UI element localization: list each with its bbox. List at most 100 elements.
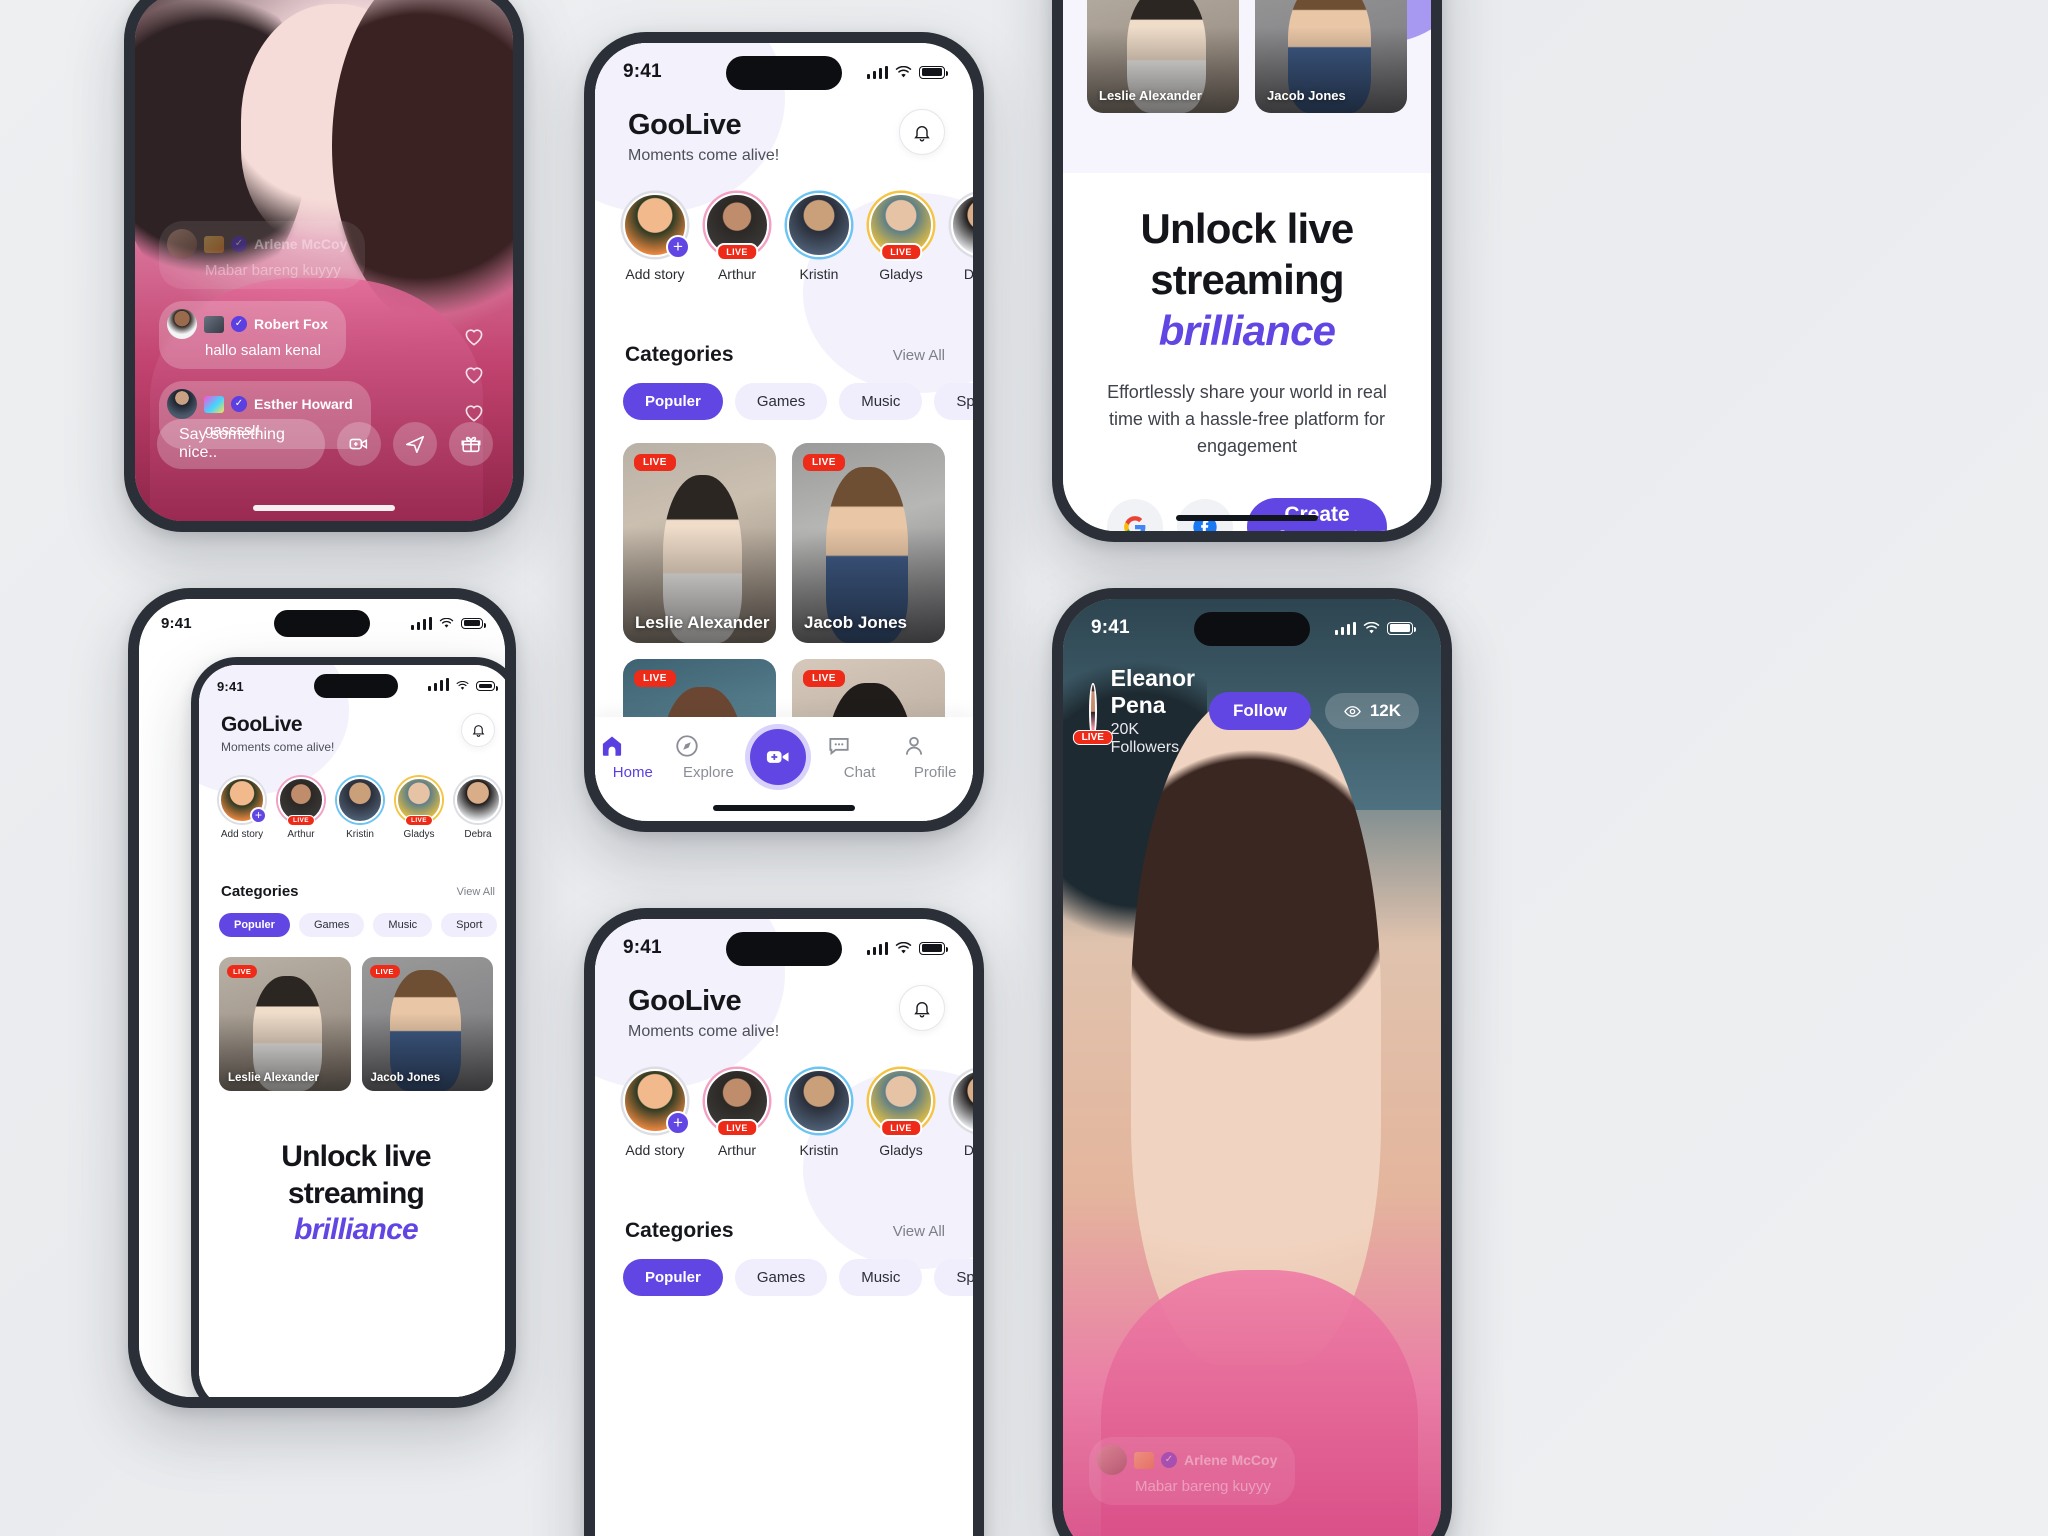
categories-header: Categories View All	[625, 343, 945, 367]
plus-icon[interactable]: +	[250, 807, 267, 824]
story-arthur[interactable]: LIVE Arthur	[705, 1069, 769, 1158]
notification-bell-button[interactable]	[461, 713, 495, 747]
heart-icon[interactable]	[461, 323, 487, 349]
stream-card[interactable]: LIVE Leslie Alexander	[1087, 0, 1239, 113]
chat-author: Esther Howard	[254, 396, 353, 412]
notification-bell-button[interactable]	[899, 109, 945, 155]
chip-music[interactable]: Music	[373, 913, 433, 937]
chip-sport[interactable]: Sport	[934, 383, 973, 420]
stream-card[interactable]: LIVE Jacob Jones	[361, 957, 493, 1091]
story-kristin[interactable]: Kristin	[787, 1069, 851, 1158]
stories-row[interactable]: + Add story LIVE Arthur Kristin LIVE Gla…	[623, 1069, 973, 1158]
title-line-1: Unlock live	[1140, 205, 1355, 252]
signal-icon	[866, 65, 888, 79]
category-chips[interactable]: Populer Games Music Sport Poa	[623, 383, 973, 420]
story-arthur[interactable]: LIVE Arthur	[278, 777, 324, 840]
story-gladys[interactable]: LIVE Gladys	[396, 777, 442, 840]
story-debra[interactable]: Debra	[951, 1069, 973, 1158]
chip-sport[interactable]: Sport	[441, 913, 498, 937]
person-icon	[906, 736, 923, 755]
plus-icon[interactable]: +	[666, 235, 690, 259]
chip-music[interactable]: Music	[839, 383, 923, 420]
story-label: Gladys	[879, 266, 923, 282]
stream-cards-grid[interactable]: LIVE Leslie Alexander LIVE Jacob Jones	[219, 957, 493, 1091]
story-arthur[interactable]: LIVE Arthur	[705, 193, 769, 282]
story-gladys[interactable]: LIVE Gladys	[869, 193, 933, 282]
plus-icon[interactable]: +	[666, 1111, 690, 1135]
share-icon[interactable]	[393, 422, 437, 466]
app-title: GooLive	[628, 985, 742, 1017]
heart-icon[interactable]	[461, 361, 487, 387]
app-title: GooLive	[628, 109, 742, 141]
livestream-screen: ✓ Arlene McCoy Mabar bareng kuyyy ✓ Robe…	[135, 0, 513, 521]
live-badge: LIVE	[634, 670, 676, 687]
wifi-icon	[439, 617, 454, 628]
rank-badge-icon	[204, 395, 224, 413]
story-label: Gladys	[403, 829, 435, 840]
status-bar: 9:41	[199, 665, 505, 707]
story-gladys[interactable]: LIVE Gladys	[869, 1069, 933, 1158]
tab-explore[interactable]: Explore	[674, 733, 742, 781]
onboarding-title: Unlock live streaming brilliance	[1107, 203, 1387, 357]
story-add[interactable]: + Add story	[219, 777, 267, 840]
chat-bubble-icon	[828, 738, 849, 756]
stream-card[interactable]: LIVE Jacob Jones	[792, 443, 945, 643]
home-screen: 9:41 GooLive Moments come alive! + Add s…	[595, 43, 973, 821]
view-all-link[interactable]: View All	[893, 1223, 945, 1240]
story-kristin[interactable]: Kristin	[337, 777, 383, 840]
stream-card[interactable]: LIVE Leslie Alexander	[623, 443, 776, 643]
chip-populer[interactable]: Populer	[219, 913, 290, 937]
status-time: 9:41	[217, 678, 244, 694]
story-debra[interactable]: Debra	[455, 777, 501, 840]
story-kristin[interactable]: Kristin	[787, 193, 851, 282]
chip-music[interactable]: Music	[839, 1259, 923, 1296]
video-add-button[interactable]	[749, 729, 806, 785]
story-label: Kristin	[799, 1142, 839, 1158]
chip-sport[interactable]: Sport	[934, 1259, 973, 1296]
tab-profile[interactable]: Profile	[901, 733, 969, 781]
avatar	[337, 777, 383, 823]
chip-games[interactable]: Games	[298, 913, 365, 937]
title-line-2: streaming	[1150, 256, 1344, 304]
stream-card[interactable]: LIVE Leslie Alexander	[219, 957, 351, 1091]
reaction-column[interactable]	[461, 323, 487, 425]
video-add-icon[interactable]	[337, 422, 381, 466]
stream-cards-preview[interactable]: LIVE Leslie Alexander LIVE Jacob Jones	[1087, 0, 1407, 113]
avatar	[167, 309, 197, 339]
tab-golive[interactable]	[749, 729, 818, 785]
nested-screen: 9:41 9:41 GooLive Moments come alive! + …	[139, 599, 505, 1397]
phone-inner-nested: 9:41 GooLive Moments come alive! + Add s…	[191, 657, 505, 1397]
gift-icon[interactable]	[449, 422, 493, 466]
stories-row[interactable]: + Add story LIVE Arthur Kristin LIVE Gla…	[623, 193, 973, 282]
story-debra[interactable]: Debra	[951, 193, 973, 282]
status-bar: 9:41	[139, 599, 505, 647]
view-all-link[interactable]: View All	[893, 347, 945, 364]
tab-home[interactable]: Home	[599, 733, 667, 781]
chat-input[interactable]: Say something nice..	[157, 419, 325, 469]
stream-title: Leslie Alexander	[228, 1072, 319, 1084]
avatar	[1097, 1445, 1127, 1475]
chip-populer[interactable]: Populer	[623, 383, 723, 420]
stories-row[interactable]: + Add story LIVE Arthur Kristin LIVE Gla…	[219, 777, 505, 840]
google-signin-button[interactable]	[1107, 498, 1163, 531]
notification-bell-button[interactable]	[899, 985, 945, 1031]
categories-header: Categories View All	[221, 883, 495, 900]
signal-icon	[866, 941, 888, 955]
follow-button[interactable]: Follow	[1208, 692, 1311, 730]
livestream-composer: Say something nice..	[157, 419, 493, 469]
view-all-link[interactable]: View All	[457, 886, 495, 898]
app-tagline: Moments come alive!	[628, 147, 780, 164]
chip-games[interactable]: Games	[734, 1259, 828, 1296]
story-label: Debra	[963, 266, 973, 282]
tab-chat[interactable]: Chat	[826, 733, 894, 781]
chip-games[interactable]: Games	[734, 383, 828, 420]
category-chips[interactable]: Populer Games Music Sport Poa	[219, 913, 505, 937]
battery-icon	[461, 617, 486, 629]
story-add[interactable]: + Add story	[623, 1069, 690, 1158]
category-chips[interactable]: Populer Games Music Sport Poa	[623, 1259, 973, 1296]
stream-card[interactable]: LIVE Jacob Jones	[1255, 0, 1407, 113]
phone-outer-nested: 9:41 9:41 GooLive Moments come alive! + …	[128, 588, 516, 1408]
compass-icon	[676, 735, 699, 757]
story-add[interactable]: + Add story	[623, 193, 690, 282]
chip-populer[interactable]: Populer	[623, 1259, 723, 1296]
